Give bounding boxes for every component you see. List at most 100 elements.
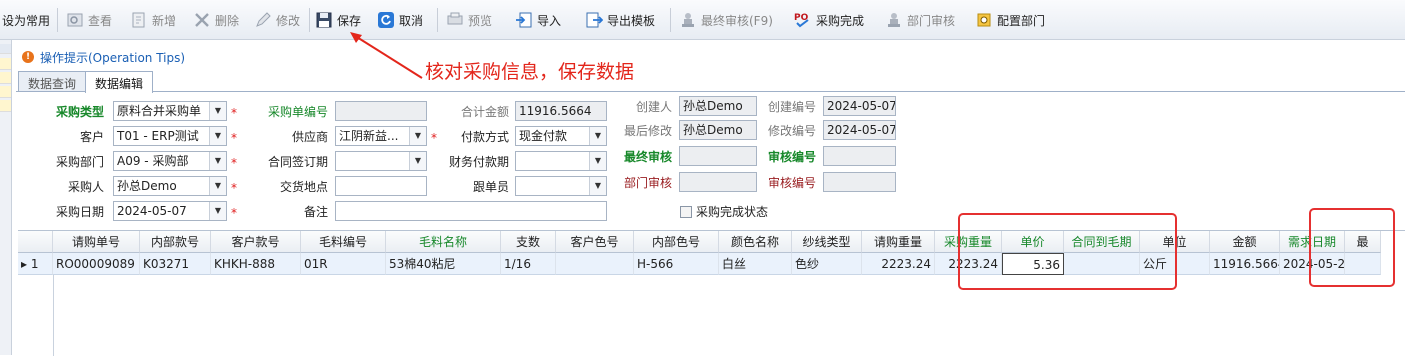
field-value: 江阴新益... (339, 129, 399, 143)
table-cell[interactable]: H-566 (634, 253, 719, 275)
create-no-field[interactable]: 2024-05-07 (823, 96, 896, 116)
toolbar-label: 采购完成 (816, 13, 865, 28)
toolbar-label: 导入 (537, 13, 562, 28)
column-header[interactable]: 颜色名称 (719, 231, 792, 253)
follower-label: 跟单员 (472, 180, 509, 194)
row-number[interactable]: ▸ 1 (18, 253, 53, 275)
detail-grid: 请购单号 内部款号 客户款号 毛料编号 毛料名称 支数 客户色号 内部色号 颜色名称 纱线类型 请购… (18, 230, 1405, 356)
table-cell[interactable]: 2223.24 (862, 253, 935, 275)
column-header[interactable]: 纱线类型 (792, 231, 862, 253)
set-favorite-button[interactable]: 设为常用 (2, 0, 50, 40)
config-dept-button[interactable]: 配置部门 (975, 0, 1045, 40)
table-cell[interactable]: 1/16 (501, 253, 556, 275)
required-mark: * (231, 181, 237, 195)
audit-no2-field[interactable] (823, 172, 896, 192)
purchase-date-picker[interactable]: 2024-05-07 ▼ (113, 201, 227, 221)
delivery-place-input[interactable] (335, 176, 427, 196)
final-audit-field[interactable] (679, 146, 757, 166)
purchase-no-field[interactable] (335, 101, 427, 121)
field-value: 现金付款 (519, 129, 568, 143)
export-template-button[interactable]: 导出模板 (585, 0, 655, 40)
table-cell[interactable]: 白丝 (719, 253, 792, 275)
required-mark: * (431, 131, 437, 145)
operation-tips[interactable]: ! 操作提示(Operation Tips) (22, 48, 185, 66)
grid-divider (53, 275, 54, 356)
row-indicator-header (18, 231, 53, 253)
remark-label: 备注 (303, 205, 328, 219)
new-button[interactable]: 新增 (130, 0, 176, 40)
toolbar: 设为常用 查看 新增 删除 修改 保存 取消 预览 导入 导出模板 最终审核(F… (0, 0, 1405, 40)
config-dept-icon (977, 13, 991, 27)
customer-label: 客户 (79, 130, 104, 144)
creator-field[interactable]: 孙总Demo (679, 96, 757, 116)
required-mark: * (231, 131, 237, 145)
tab-data-query[interactable]: 数据查询 (18, 71, 87, 92)
final-audit-label: 最终审核 (623, 150, 672, 164)
table-cell[interactable]: RO00009089 (53, 253, 140, 275)
finance-pay-date-picker[interactable]: ▼ (515, 151, 607, 171)
column-header[interactable]: 请购单号 (53, 231, 140, 253)
payment-method-select[interactable]: 现金付款 ▼ (515, 126, 607, 146)
final-audit-icon (682, 13, 694, 27)
column-header[interactable]: 请购重量 (862, 231, 935, 253)
creator-label: 创建人 (635, 100, 672, 114)
purchase-dept-select[interactable]: A09 - 采购部 ▼ (113, 151, 227, 171)
toolbar-separator (57, 8, 58, 32)
column-header[interactable]: 毛料编号 (301, 231, 386, 253)
tab-data-edit[interactable]: 数据编辑 (85, 71, 154, 93)
table-cell[interactable]: 色纱 (792, 253, 862, 275)
view-button[interactable]: 查看 (66, 0, 112, 40)
column-header[interactable]: 内部色号 (634, 231, 719, 253)
total-amount-field[interactable]: 11916.5664 (515, 101, 607, 121)
contract-date-picker[interactable]: ▼ (335, 151, 427, 171)
column-header[interactable]: 支数 (501, 231, 556, 253)
column-header[interactable]: 客户款号 (211, 231, 301, 253)
column-header[interactable]: 金额 (1210, 231, 1280, 253)
table-cell[interactable] (556, 253, 634, 275)
purchase-date-label: 采购日期 (55, 205, 104, 219)
create-no-label: 创建编号 (767, 100, 816, 114)
customer-select[interactable]: T01 - ERP测试 ▼ (113, 126, 227, 146)
dept-audit-button[interactable]: 部门审核 (885, 0, 955, 40)
supplier-select[interactable]: 江阴新益... ▼ (335, 126, 427, 146)
toolbar-label: 预览 (468, 13, 493, 28)
chevron-down-icon: ▼ (589, 127, 606, 145)
table-cell[interactable]: 11916.5664 (1210, 253, 1280, 275)
column-header[interactable]: 客户色号 (556, 231, 634, 253)
audit-no2-label: 审核编号 (767, 176, 816, 190)
last-modifier-field[interactable]: 孙总Demo (679, 120, 757, 140)
chevron-down-icon: ▼ (209, 127, 226, 145)
column-header[interactable]: 内部款号 (140, 231, 211, 253)
field-value: 2024-05-07 (117, 204, 187, 218)
delete-button[interactable]: 删除 (193, 0, 239, 40)
audit-no-field[interactable] (823, 146, 896, 166)
column-header[interactable]: 毛料名称 (386, 231, 501, 253)
import-button[interactable]: 导入 (515, 0, 561, 40)
toolbar-label: 修改 (276, 13, 301, 28)
left-panel-strip[interactable] (0, 40, 12, 355)
required-mark: * (231, 156, 237, 170)
modify-no-field[interactable]: 2024-05-07 (823, 120, 896, 140)
preview-button[interactable]: 预览 (446, 0, 492, 40)
edit-button[interactable]: 修改 (254, 0, 300, 40)
dept-audit-field[interactable] (679, 172, 757, 192)
required-mark: * (231, 206, 237, 220)
purchase-no-label: 采购单编号 (267, 105, 328, 119)
purchase-complete-checkbox[interactable]: 采购完成状态 (680, 203, 768, 220)
purchase-done-button[interactable]: PO 采购完成 (794, 0, 864, 40)
table-cell[interactable]: K03271 (140, 253, 211, 275)
follower-select[interactable]: ▼ (515, 176, 607, 196)
final-audit-button[interactable]: 最终审核(F9) (679, 0, 773, 40)
purchase-dept-label: 采购部门 (55, 155, 104, 169)
purchase-type-select[interactable]: 原料合并采购单 ▼ (113, 101, 227, 121)
new-icon (132, 12, 145, 28)
toolbar-label: 配置部门 (997, 13, 1046, 28)
table-cell[interactable]: 53棉40粘尼 (386, 253, 501, 275)
table-cell[interactable]: 01R (301, 253, 386, 275)
strip-item (0, 44, 11, 54)
table-cell[interactable]: KHKH-888 (211, 253, 301, 275)
dept-audit-label: 部门审核 (623, 176, 672, 190)
purchaser-select[interactable]: 孙总Demo ▼ (113, 176, 227, 196)
remark-input[interactable] (335, 201, 607, 221)
toolbar-label: 导出模板 (607, 13, 656, 28)
